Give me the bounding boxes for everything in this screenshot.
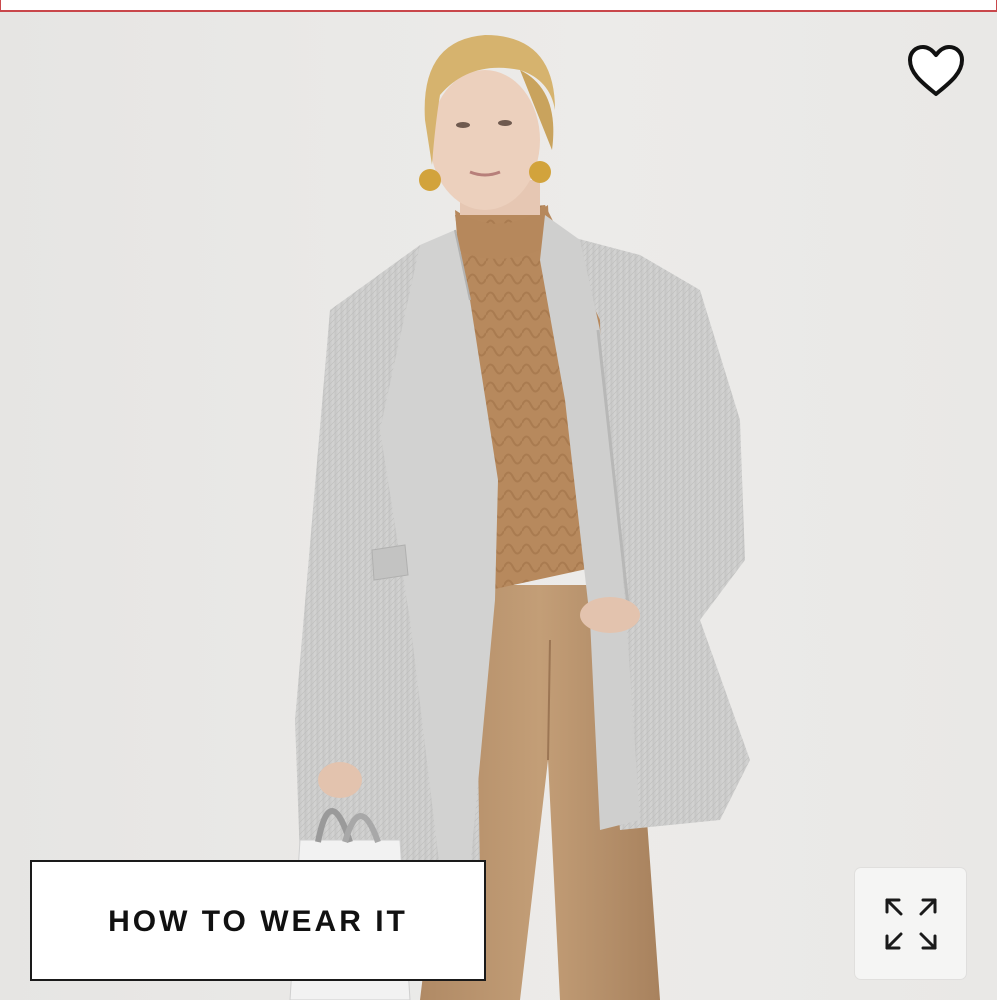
- expand-image-button[interactable]: [855, 868, 966, 979]
- top-accent-rule: [0, 0, 997, 12]
- how-to-wear-button[interactable]: HOW TO WEAR IT: [30, 860, 486, 981]
- how-to-wear-label: HOW TO WEAR IT: [108, 904, 408, 938]
- heart-outline-icon: [908, 45, 964, 96]
- model-illustration: [289, 35, 750, 1000]
- product-photo[interactable]: [0, 12, 997, 1000]
- expand-arrows-icon: [885, 898, 936, 949]
- wishlist-button[interactable]: [904, 42, 968, 100]
- product-gallery: HOW TO WEAR IT: [0, 0, 997, 1000]
